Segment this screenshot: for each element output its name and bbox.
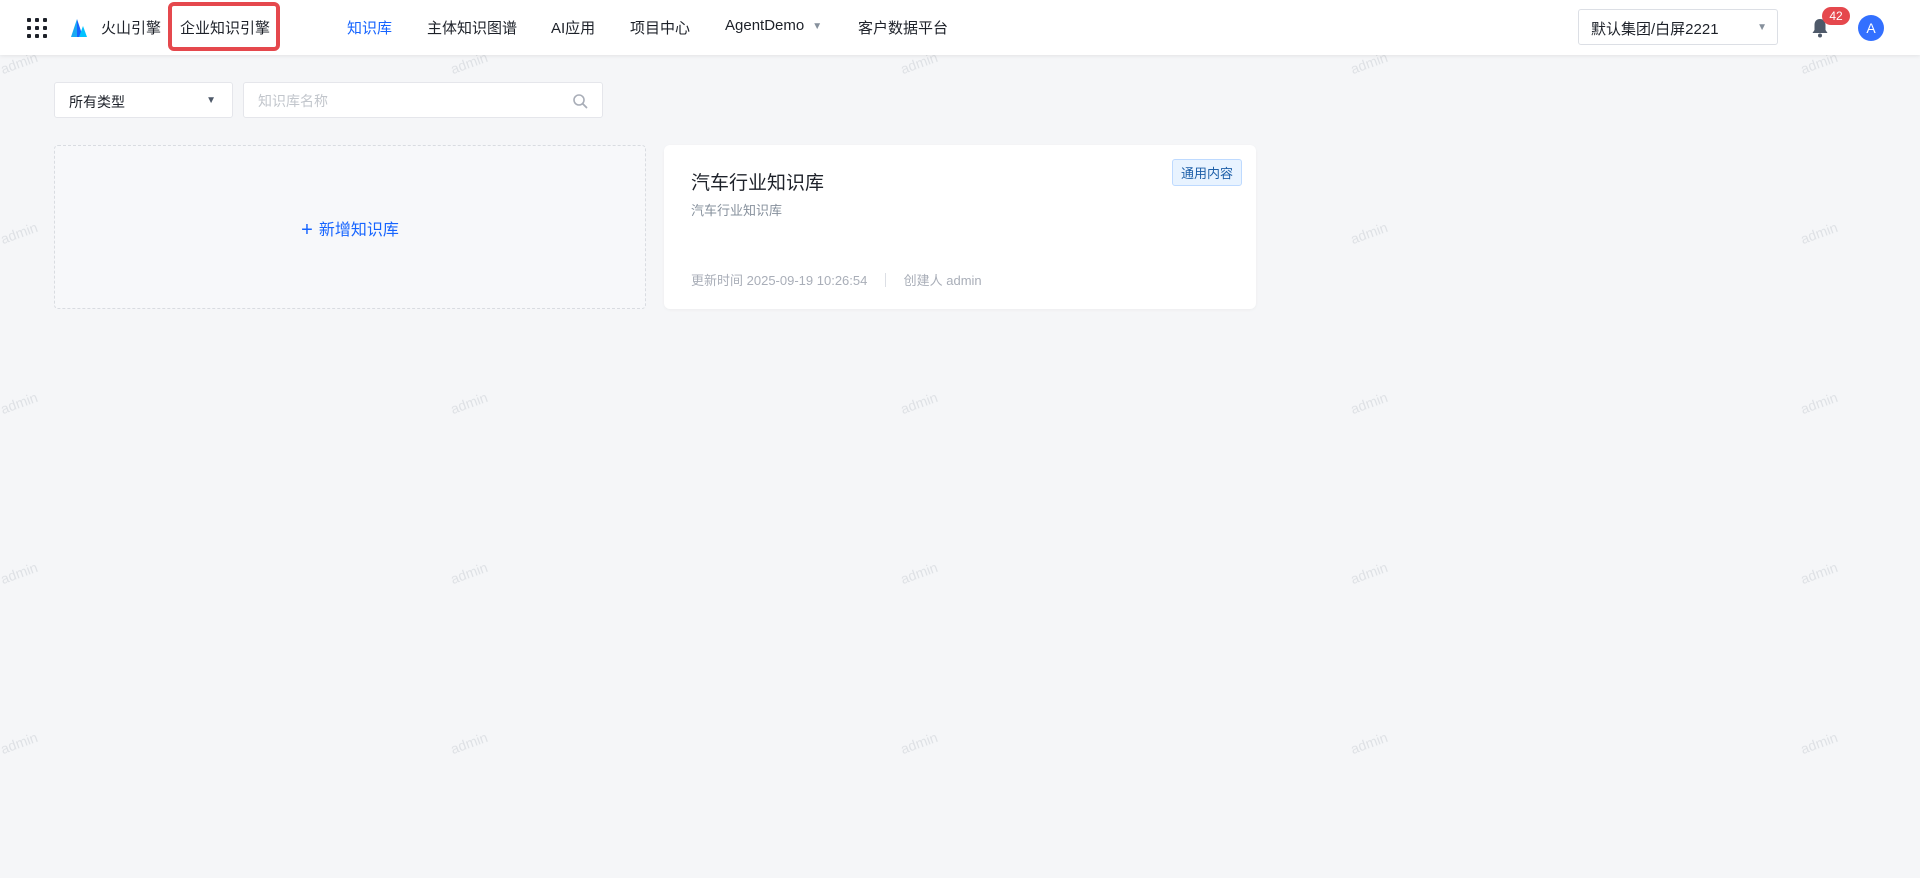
watermark-text: admin [898, 388, 940, 418]
nav-entity-knowledge-graph[interactable]: 主体知识图谱 [427, 17, 517, 38]
add-knowledge-base-label: 新增知识库 [318, 222, 399, 239]
watermark-text: admin [0, 728, 40, 758]
watermark-text: admin [448, 388, 490, 418]
watermark-text: admin [0, 388, 40, 418]
watermark-text: admin [448, 728, 490, 758]
watermark-text: admin [0, 558, 40, 588]
watermark-text: admin [1348, 218, 1390, 248]
watermark-text: admin [1348, 728, 1390, 758]
caret-down-icon: ▼ [812, 21, 823, 32]
watermark-text: admin [448, 558, 490, 588]
watermark-text: admin [0, 218, 40, 248]
updated-value: 2025-09-19 10:26:54 [746, 273, 868, 288]
brand-name: 火山引擎 [101, 20, 162, 37]
plus-icon: + [301, 219, 313, 241]
nav-agentdemo[interactable]: AgentDemo ▼ [725, 17, 822, 34]
card-description: 汽车行业知识库 [691, 203, 783, 218]
org-select[interactable]: 默认集团/白屏2221 ▼ [1578, 9, 1778, 45]
volcano-logo-icon [71, 19, 87, 37]
watermark-text: admin [1798, 558, 1840, 588]
knowledge-base-card[interactable]: 汽车行业知识库 汽车行业知识库 通用内容 更新时间 2025-09-19 10:… [664, 145, 1256, 309]
notification-badge: 42 [1822, 7, 1850, 25]
search-box [243, 82, 603, 118]
nav-customer-data-platform[interactable]: 客户数据平台 [858, 17, 948, 38]
creator-value: admin [946, 273, 982, 288]
watermark-text: admin [1348, 388, 1390, 418]
watermark-text: admin [1348, 558, 1390, 588]
watermark-text: admin [898, 728, 940, 758]
caret-down-icon: ▼ [1757, 22, 1767, 33]
top-header: 火山引擎 企业知识引擎 知识库 主体知识图谱 AI应用 项目中心 AgentDe… [0, 0, 1920, 55]
product-name[interactable]: 企业知识引擎 [180, 17, 270, 38]
card-meta: 更新时间 2025-09-19 10:26:54 创建人 admin [691, 270, 982, 289]
card-title: 汽车行业知识库 [691, 173, 825, 194]
app-grid-icon[interactable] [27, 18, 47, 38]
type-filter-value: 所有类型 [69, 94, 125, 110]
watermark-text: admin [1798, 218, 1840, 248]
nav-ai-apps[interactable]: AI应用 [551, 17, 595, 38]
meta-divider [884, 273, 886, 287]
search-input[interactable] [256, 90, 560, 112]
caret-down-icon: ▼ [206, 95, 216, 106]
watermark-text: admin [1798, 388, 1840, 418]
search-icon[interactable] [572, 93, 588, 109]
type-filter-select[interactable]: 所有类型 ▼ [54, 82, 233, 118]
updated-label: 更新时间 [691, 273, 744, 288]
add-knowledge-base-card[interactable]: + 新增知识库 [54, 145, 646, 309]
watermark-text: admin [1798, 728, 1840, 758]
creator-label: 创建人 [903, 273, 943, 288]
card-tag: 通用内容 [1171, 159, 1242, 186]
nav-project-center[interactable]: 项目中心 [630, 17, 690, 38]
nav-knowledge-base[interactable]: 知识库 [347, 17, 392, 38]
watermark-text: admin [898, 558, 940, 588]
add-knowledge-base-button[interactable]: + 新增知识库 [55, 216, 645, 242]
nav-agentdemo-label: AgentDemo [725, 17, 805, 34]
avatar[interactable]: A [1858, 15, 1884, 41]
org-select-value: 默认集团/白屏2221 [1591, 21, 1719, 38]
